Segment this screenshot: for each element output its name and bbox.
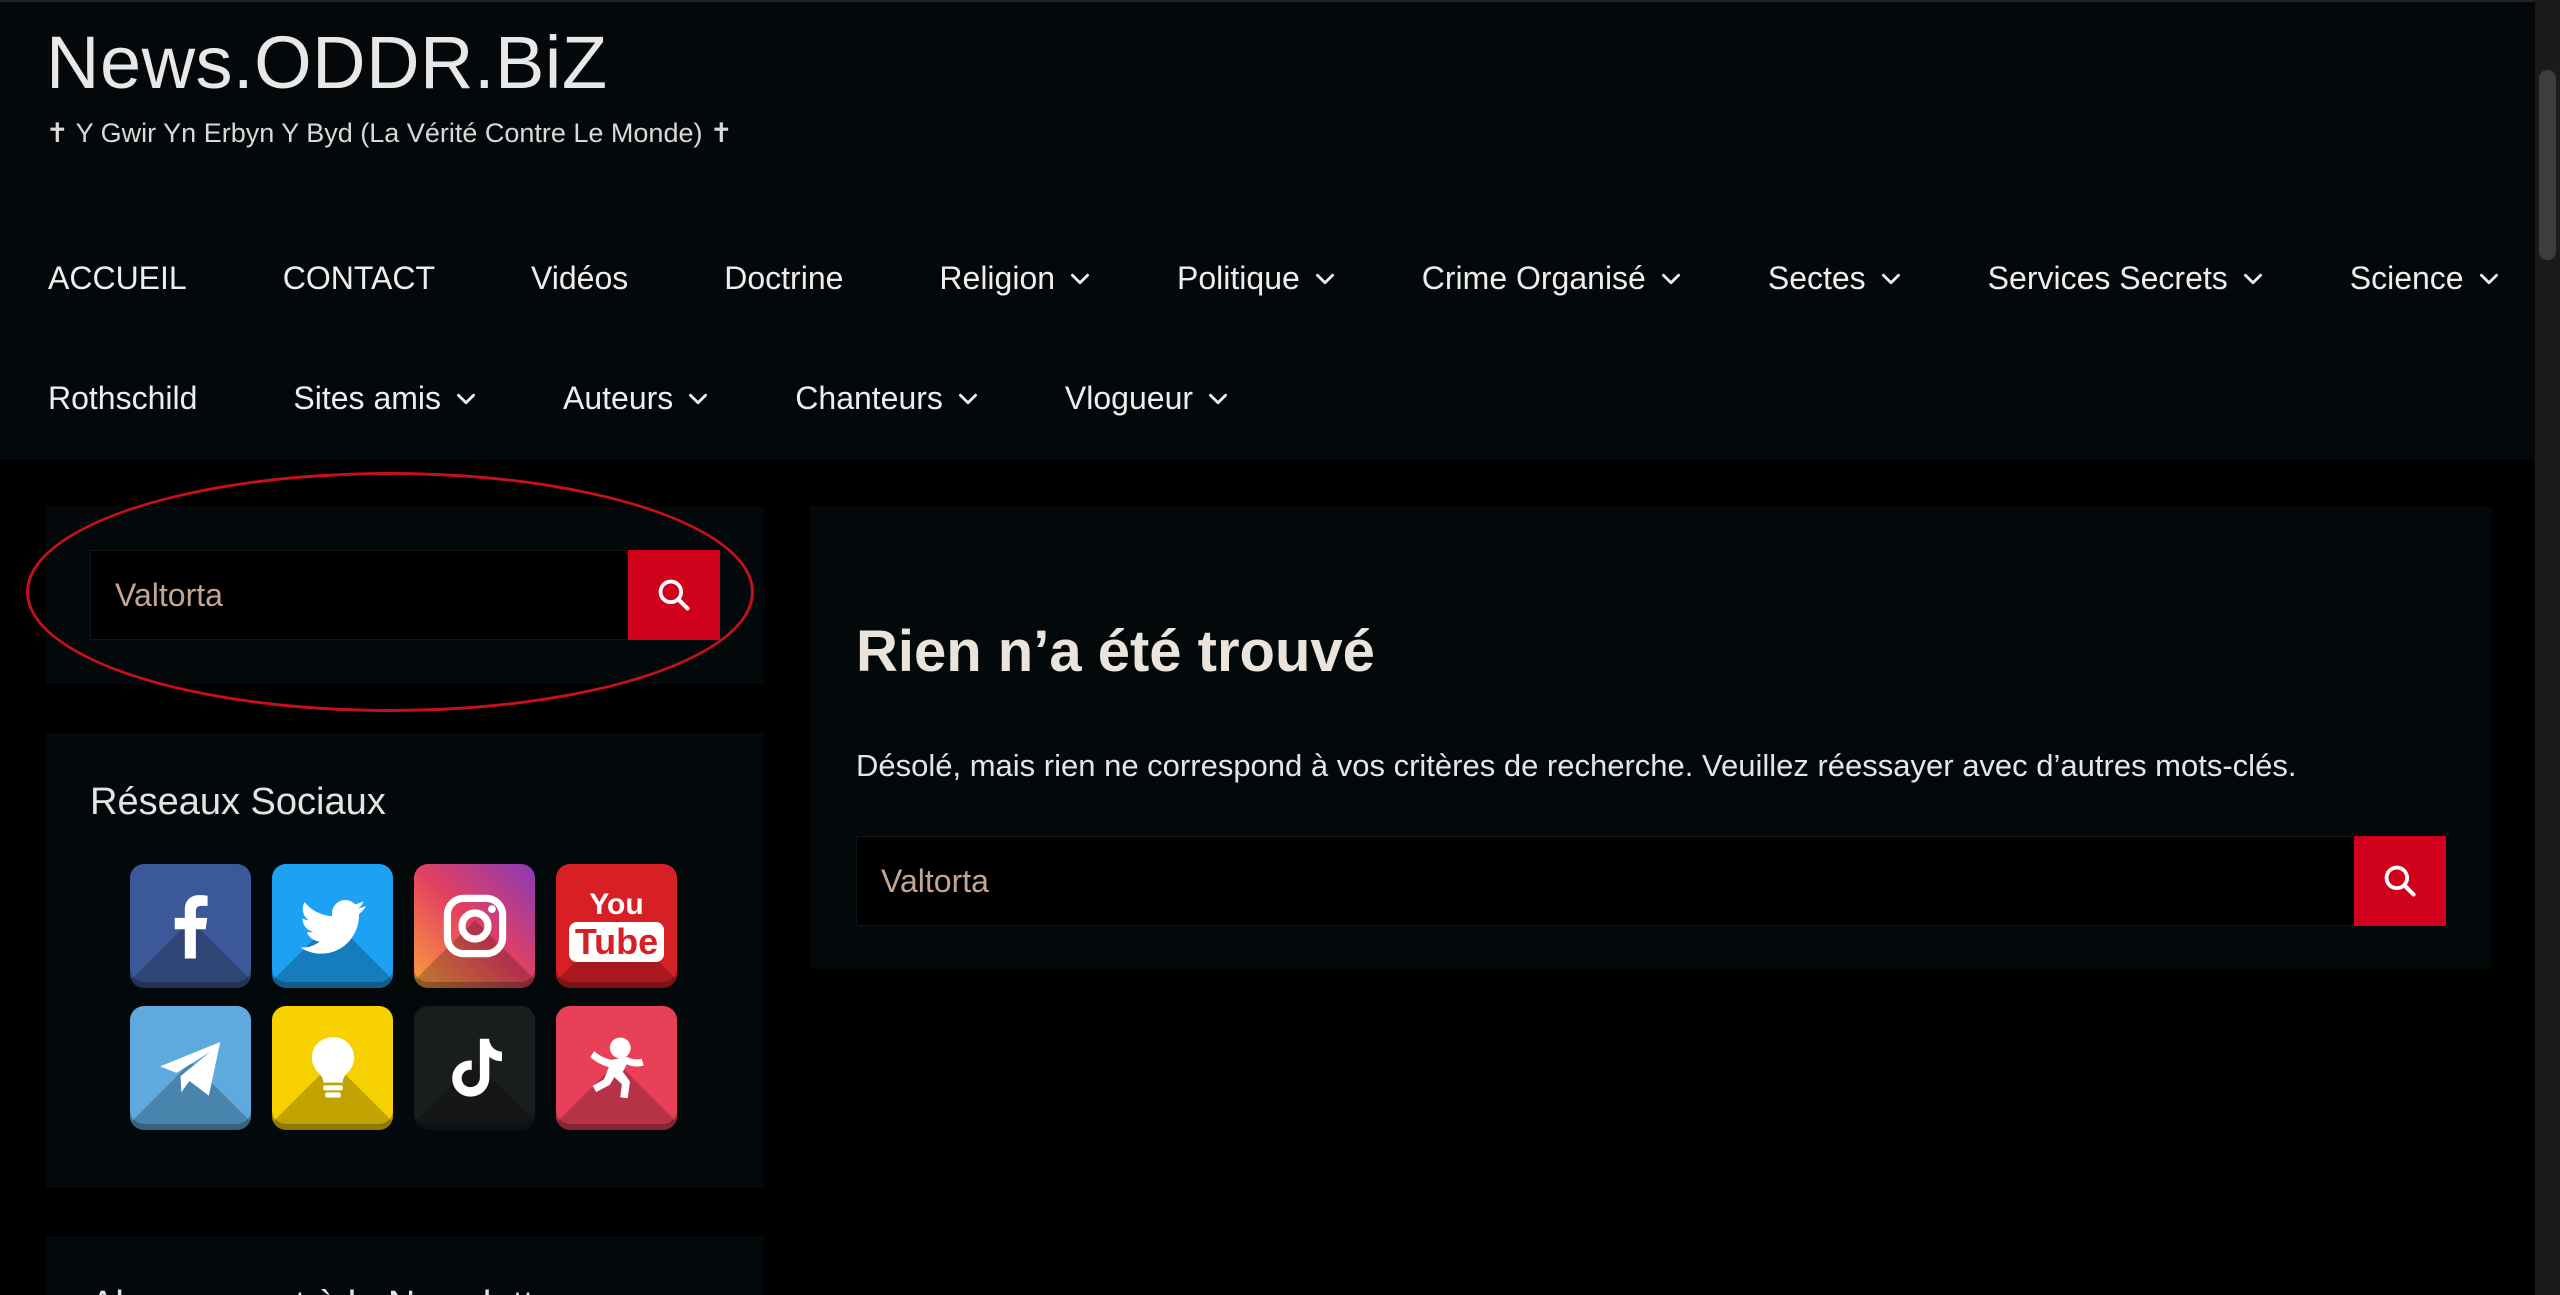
nav-item-label: Vlogueur xyxy=(1064,380,1194,416)
telegram-icon xyxy=(159,1042,220,1096)
site-title[interactable]: News.ODDR.BiZ xyxy=(46,20,608,105)
twitter-link[interactable] xyxy=(272,864,393,988)
nav-item-rothschild[interactable]: Rothschild xyxy=(48,380,197,417)
main-nav-row-2: Rothschild Sites amis Auteurs Chanteurs … xyxy=(48,380,1231,417)
lightbulb-icon xyxy=(311,1037,354,1098)
page: News.ODDR.BiZ ✝ Y Gwir Yn Erbyn Y Byd (L… xyxy=(0,0,2560,1295)
nav-item-label: Crime Organisé xyxy=(1421,260,1646,296)
facebook-link[interactable] xyxy=(130,864,251,988)
lightbulb-link[interactable] xyxy=(272,1006,393,1130)
nav-item-label: CONTACT xyxy=(282,260,435,296)
search-icon xyxy=(2381,862,2419,900)
nav-item-science[interactable]: Science xyxy=(2350,260,2502,297)
nav-item-sectes[interactable]: Sectes xyxy=(1768,260,1904,297)
no-results-heading: Rien n’a été trouvé xyxy=(856,619,1375,684)
youtube-text-top: You xyxy=(589,888,644,921)
search-results-card: Rien n’a été trouvé Désolé, mais rien ne… xyxy=(810,506,2492,969)
nav-item-sites-amis[interactable]: Sites amis xyxy=(293,380,479,417)
newsletter-widget-title: Abonnement à la Newsletter xyxy=(90,1284,567,1295)
instagram-link[interactable] xyxy=(414,864,535,988)
nav-item-label: ACCUEIL xyxy=(48,260,187,296)
nav-item-videos[interactable]: Vidéos xyxy=(531,260,628,297)
main-search-form xyxy=(856,836,2446,926)
nav-item-chanteurs[interactable]: Chanteurs xyxy=(795,380,981,417)
chevron-down-icon xyxy=(1067,266,1093,292)
chevron-down-icon xyxy=(453,386,479,412)
nav-item-label: Services Secrets xyxy=(1987,260,2228,296)
chevron-down-icon xyxy=(955,386,981,412)
gab-link[interactable] xyxy=(556,1006,677,1130)
nav-item-label: Politique xyxy=(1177,260,1300,296)
nav-item-services-secrets[interactable]: Services Secrets xyxy=(1988,260,2266,297)
no-results-message: Désolé, mais rien ne correspond à vos cr… xyxy=(856,748,2297,783)
facebook-icon xyxy=(174,895,208,959)
tiktok-icon xyxy=(451,1038,502,1097)
twitter-icon xyxy=(300,900,365,954)
nav-item-label: Religion xyxy=(939,260,1056,296)
nav-item-label: Vidéos xyxy=(530,260,629,296)
chevron-down-icon xyxy=(1312,266,1338,292)
chevron-down-icon xyxy=(685,386,711,412)
sidebar-search-button[interactable] xyxy=(628,550,720,640)
site-tagline: ✝ Y Gwir Yn Erbyn Y Byd (La Vérité Contr… xyxy=(46,118,733,148)
social-widget-title: Réseaux Sociaux xyxy=(90,781,386,823)
nav-item-label: Science xyxy=(2349,260,2464,296)
youtube-link[interactable]: You Tube xyxy=(556,864,677,988)
scrollbar-thumb[interactable] xyxy=(2539,70,2556,260)
chevron-down-icon xyxy=(2476,266,2502,292)
chevron-down-icon xyxy=(1205,386,1231,412)
nav-item-religion[interactable]: Religion xyxy=(939,260,1093,297)
page-scrollbar[interactable] xyxy=(2535,0,2560,1295)
nav-item-vlogueur[interactable]: Vlogueur xyxy=(1065,380,1231,417)
youtube-icon: You Tube xyxy=(568,888,665,962)
sidebar-search-widget xyxy=(46,506,764,684)
social-icons-grid: You Tube xyxy=(130,864,677,1130)
telegram-link[interactable] xyxy=(130,1006,251,1130)
nav-item-label: Rothschild xyxy=(48,380,198,416)
site-header: News.ODDR.BiZ ✝ Y Gwir Yn Erbyn Y Byd (L… xyxy=(0,0,2535,460)
chevron-down-icon xyxy=(2240,266,2266,292)
nav-item-doctrine[interactable]: Doctrine xyxy=(724,260,843,297)
chevron-down-icon xyxy=(1878,266,1904,292)
youtube-text-bottom: Tube xyxy=(568,922,665,962)
nav-item-politique[interactable]: Politique xyxy=(1177,260,1338,297)
nav-item-auteurs[interactable]: Auteurs xyxy=(563,380,711,417)
sidebar-newsletter-widget: Abonnement à la Newsletter xyxy=(46,1236,764,1295)
sidebar-social-widget: Réseaux Sociaux You Tube xyxy=(46,733,764,1188)
nav-item-accueil[interactable]: ACCUEIL xyxy=(48,260,187,297)
search-icon xyxy=(655,576,693,614)
instagram-icon xyxy=(443,894,506,958)
nav-item-label: Sites amis xyxy=(293,380,441,416)
sidebar-search-input[interactable] xyxy=(90,550,628,640)
main-search-button[interactable] xyxy=(2354,836,2446,926)
nav-item-label: Sectes xyxy=(1767,260,1866,296)
nav-item-contact[interactable]: CONTACT xyxy=(283,260,435,297)
gab-icon xyxy=(589,1037,644,1099)
sidebar-search-form xyxy=(90,550,720,640)
main-search-input[interactable] xyxy=(856,836,2354,926)
nav-item-label: Chanteurs xyxy=(795,380,943,416)
tiktok-link[interactable] xyxy=(414,1006,535,1130)
chevron-down-icon xyxy=(1658,266,1684,292)
main-nav-row-1: ACCUEIL CONTACT Vidéos Doctrine Religion… xyxy=(48,260,2502,297)
nav-item-label: Auteurs xyxy=(563,380,674,416)
nav-item-crime-organise[interactable]: Crime Organisé xyxy=(1422,260,1684,297)
nav-item-label: Doctrine xyxy=(724,260,844,296)
